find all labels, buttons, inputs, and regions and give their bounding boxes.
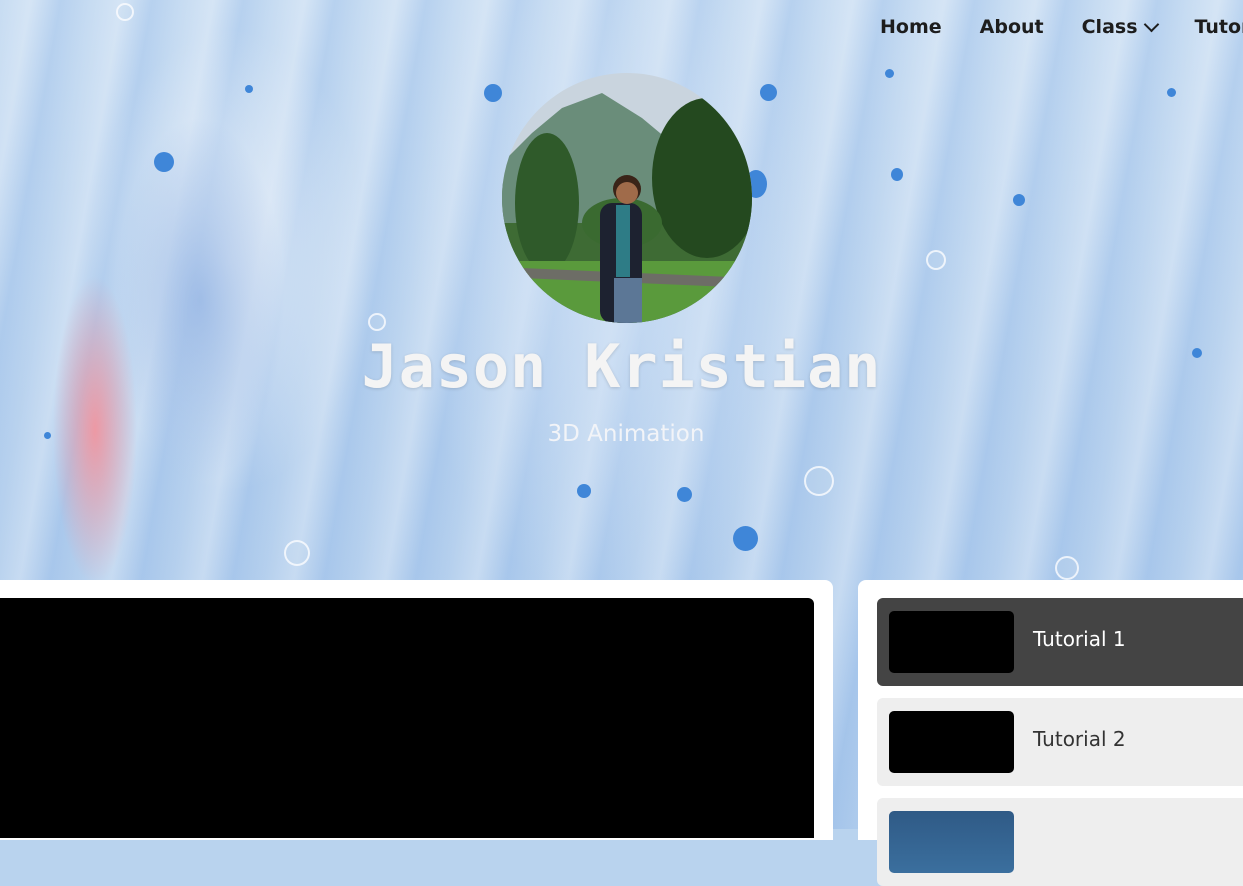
playlist-thumbnail xyxy=(889,811,1014,873)
nav-tutor[interactable]: Tutor xyxy=(1195,16,1243,38)
avatar-photo xyxy=(502,73,752,323)
nav-home-label: Home xyxy=(880,16,942,38)
paint-dot xyxy=(1167,88,1176,97)
playlist-thumbnail xyxy=(889,611,1014,673)
profile-subtitle: 3D Animation xyxy=(547,421,705,447)
profile-name: Jason Kristian xyxy=(361,332,882,402)
paint-dot xyxy=(154,152,174,172)
nav-class-dropdown[interactable]: Class xyxy=(1081,16,1159,38)
avatar xyxy=(502,73,752,323)
playlist-thumbnail xyxy=(889,711,1014,773)
paint-dot xyxy=(577,484,591,498)
paint-bubble xyxy=(368,313,386,331)
nav-about[interactable]: About xyxy=(980,16,1044,38)
nav-class-label: Class xyxy=(1081,16,1138,38)
playlist-item-label: Tutorial 1 xyxy=(1033,627,1126,651)
chevron-down-icon xyxy=(1143,16,1159,32)
nav-home[interactable]: Home xyxy=(880,16,942,38)
paint-dot xyxy=(760,84,777,101)
paint-bubble xyxy=(284,540,310,566)
paint-dot xyxy=(891,168,903,181)
playlist-item-tutorial-3[interactable] xyxy=(877,798,1243,886)
paint-dot xyxy=(245,85,253,93)
nav-tutor-label: Tutor xyxy=(1194,16,1243,38)
paint-dot xyxy=(484,84,502,102)
main-nav: Home About Class Tutor xyxy=(880,16,1243,38)
paint-bubble xyxy=(116,3,134,21)
paint-bubble xyxy=(804,466,834,496)
nav-about-label: About xyxy=(979,16,1044,38)
paint-dot xyxy=(885,69,894,78)
paint-bubble xyxy=(926,250,946,270)
video-player[interactable] xyxy=(0,598,814,838)
paint-bubble xyxy=(1055,556,1079,580)
playlist-item-label: Tutorial 2 xyxy=(1033,727,1126,751)
paint-dot xyxy=(677,487,692,502)
paint-dot xyxy=(733,526,758,551)
playlist-item-tutorial-2[interactable]: Tutorial 2 xyxy=(877,698,1243,786)
playlist-item-tutorial-1[interactable]: Tutorial 1 xyxy=(877,598,1243,686)
paint-dot xyxy=(1013,194,1025,206)
